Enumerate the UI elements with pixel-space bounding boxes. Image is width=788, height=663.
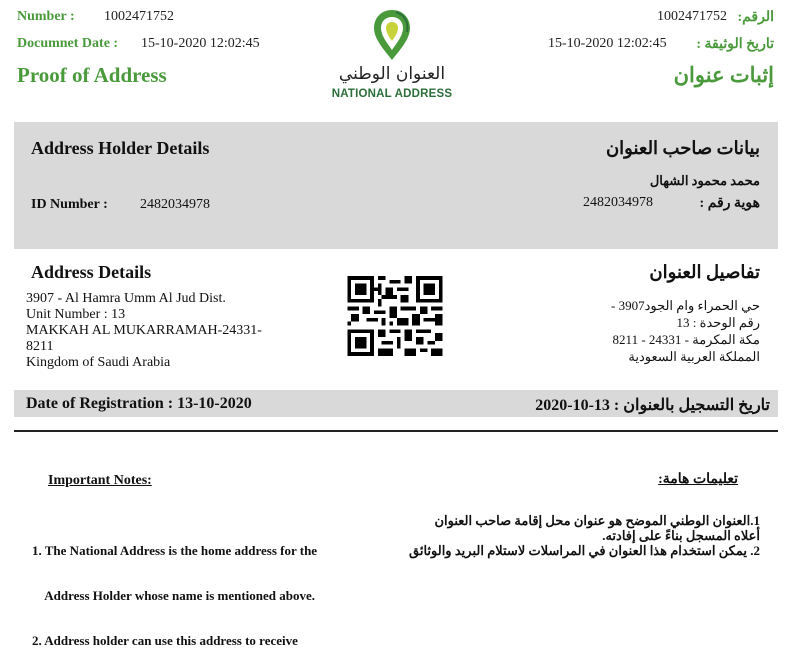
divider [14, 430, 778, 432]
address-lines-en: 3907 - Al Hamra Umm Al Jud Dist. Unit Nu… [26, 291, 326, 371]
logo-name-ar: العنوان الوطني [338, 64, 446, 84]
number-value-ar: 1002471752 [657, 9, 727, 24]
holder-section-title: Address Holder Details [31, 138, 210, 158]
note-item-ar: أعلاه المسجل بناءً على إفادته. [602, 528, 760, 543]
id-number-value: 2482034978 [140, 197, 210, 212]
document-date-label-ar: تاريخ الوثيقة : [696, 37, 774, 52]
note-item: 2. Address holder can use this address t… [32, 633, 298, 648]
document-date-value: 15-10-2020 12:02:45 [141, 36, 260, 51]
address-lines-ar: حي الحمراء وام الجود3907 - رقم الوحدة : … [540, 297, 760, 365]
notes-heading: Important Notes: [48, 473, 152, 488]
id-number-label: ID Number : [31, 197, 108, 212]
logo-name-en: NATIONAL ADDRESS [331, 88, 453, 100]
registration-date-ar: تاريخ التسجيل بالعنوان : 13-10-2020 [535, 397, 770, 414]
location-pin-icon [374, 10, 410, 60]
national-address-logo: العنوان الوطني NATIONAL ADDRESS [322, 8, 462, 108]
holder-section-title-ar: بيانات صاحب العنوان [605, 138, 760, 158]
number-label: Number : [17, 9, 75, 24]
id-number-value-ar: 2482034978 [583, 195, 653, 210]
holder-name-ar: محمد محمود الشهال [649, 173, 760, 188]
note-item: Address Holder whose name is mentioned a… [32, 588, 316, 603]
note-item-ar: 1.العنوان الوطني الموضح هو عنوان محل إقا… [434, 513, 760, 528]
note-item-ar: 2. يمكن استخدام هذا العنوان في المراسلات… [408, 543, 760, 558]
address-line-ar: حي الحمراء وام الجود3907 - [610, 298, 760, 313]
address-section-title: Address Details [31, 262, 152, 282]
notes-list-ar: 1.العنوان الوطني الموضح هو عنوان محل إقا… [400, 513, 760, 558]
notes-list-en: 1. The National Address is the home addr… [32, 513, 392, 663]
address-line: Unit Number : 13 [26, 307, 126, 322]
id-number-label-ar: هوية رقم : [699, 196, 760, 211]
address-line-ar: المملكة العربية السعودية [628, 349, 760, 364]
note-item: 1. The National Address is the home addr… [32, 543, 318, 558]
address-line-ar: رقم الوحدة : 13 [676, 315, 760, 330]
qr-code-icon [347, 276, 443, 356]
document-date-label: Documnet Date : [17, 36, 119, 51]
address-line: 8211 [26, 339, 54, 354]
document-date-value-ar: 15-10-2020 12:02:45 [548, 36, 667, 51]
page-title: Proof of Address [17, 63, 167, 87]
registration-date: Date of Registration : 13-10-2020 [26, 395, 252, 412]
address-line: 3907 - Al Hamra Umm Al Jud Dist. [26, 291, 226, 306]
address-section-title-ar: تفاصيل العنوان [649, 262, 760, 282]
address-line-ar: مكة المكرمة - 24331 - 8211 [612, 332, 760, 347]
address-line: Kingdom of Saudi Arabia [26, 355, 171, 370]
notes-heading-ar: تعليمات هامة: [658, 472, 738, 487]
page-title-ar: إثبات عنوان [673, 63, 774, 87]
number-label-ar: الرقم: [737, 10, 774, 25]
number-value: 1002471752 [104, 9, 174, 24]
address-line: MAKKAH AL MUKARRAMAH-24331- [26, 323, 262, 338]
